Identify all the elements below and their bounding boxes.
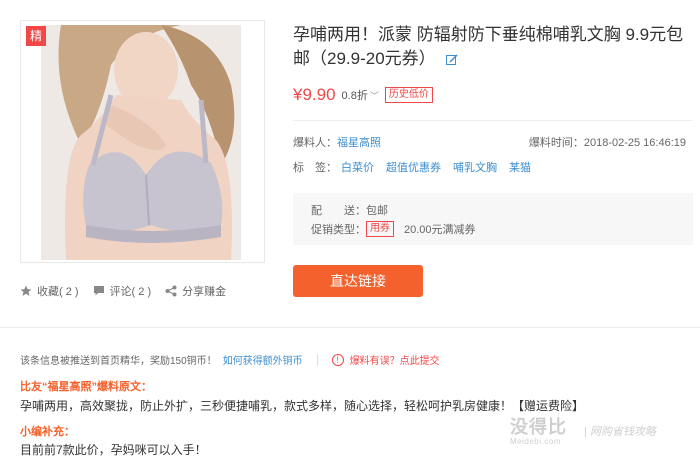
favorite-button[interactable]: 收藏( 2 ) xyxy=(20,283,79,299)
tags-row: 标 签： 白菜价 超值优惠券 哺乳文胸 某猫 xyxy=(293,159,543,175)
tag-link[interactable]: 某猫 xyxy=(509,159,531,175)
editor-heading: 小编补充： xyxy=(20,426,75,438)
promo-label: 促销类型： xyxy=(311,224,366,236)
editor-body: 目前前7款此价，孕妈咪可以入手！ xyxy=(20,443,207,457)
share-button[interactable]: 分享赚金 xyxy=(165,283,226,299)
shipping-value: 包邮 xyxy=(366,205,388,217)
copper-help-link[interactable]: 如何获得额外铜币 xyxy=(223,352,303,367)
go-link-button[interactable]: 直达链接 xyxy=(293,265,423,297)
watermark-sub: Meidebi.com xyxy=(510,437,561,446)
chevron-down-icon[interactable]: ﹀ xyxy=(370,89,379,102)
tag-link[interactable]: 哺乳文胸 xyxy=(453,159,497,175)
tag-link[interactable]: 超值优惠券 xyxy=(386,159,441,175)
price: ¥9.90 xyxy=(293,85,336,104)
original-body: 孕哺两用，高效聚拢，防止外扩，三秒便捷哺乳，款式多样，随心选择，轻松呵护乳房健康… xyxy=(20,399,585,413)
original-heading: 比友“福星高照”爆料原文： xyxy=(20,381,152,393)
warning-icon: ! xyxy=(331,353,344,366)
action-bar: 收藏( 2 ) 评论( 2 ) 分享赚金 xyxy=(20,283,240,299)
bra-product-photo xyxy=(41,25,241,260)
comment-icon xyxy=(93,286,104,296)
reporter-name[interactable]: 福星高照 xyxy=(337,137,381,149)
section-divider xyxy=(0,327,700,328)
report-error-link[interactable]: 爆料有误？点此提交 xyxy=(350,352,440,367)
watermark-main: 没得比 xyxy=(510,417,567,437)
star-icon xyxy=(20,285,32,296)
promo-value: 20.00元满减券 xyxy=(404,224,476,236)
coupon-badge: 用券 xyxy=(366,221,394,237)
shipping-line: 配 送： 包邮 xyxy=(311,202,388,218)
comment-button[interactable]: 评论( 2 ) xyxy=(93,283,152,299)
shipping-info: 配 送： 包邮 促销类型： 用券 20.00元满减券 xyxy=(293,193,693,245)
watermark-slogan: | 网购省钱攻略 xyxy=(584,426,656,438)
product-image[interactable]: 精 xyxy=(20,20,265,263)
report-time: 爆料时间：2018-02-25 16:46:19 xyxy=(528,137,686,149)
reporter-row: 爆料人：福星高照 爆料时间：2018-02-25 16:46:19 xyxy=(293,134,693,149)
share-label: 分享赚金 xyxy=(182,286,227,298)
divider xyxy=(293,120,693,121)
share-icon xyxy=(165,285,177,297)
reporter-label: 爆料人： xyxy=(293,137,337,149)
tags-label: 标 签： xyxy=(293,162,337,174)
separator xyxy=(316,353,318,366)
promo-line: 促销类型： 用券 20.00元满减券 xyxy=(311,221,476,237)
favorite-count: 收藏( 2 ) xyxy=(37,286,79,298)
product-title-text: 孕哺两用！派蒙 防辐射防下垂纯棉哺乳文胸 9.9元包邮（29.9-20元券） xyxy=(293,25,684,68)
notice-row: 该条信息被推送到首页精华，奖励150铜币！ 如何获得额外铜币 ! 爆料有误？点此… xyxy=(20,352,440,367)
discount: 0.8折 xyxy=(341,90,368,102)
comment-count: 评论( 2 ) xyxy=(109,286,152,298)
shipping-label: 配 送： xyxy=(311,205,366,217)
tag-link[interactable]: 白菜价 xyxy=(341,159,374,175)
watermark-logo: 没得比 Meidebi.com xyxy=(510,413,567,446)
low-price-badge: 历史低价 xyxy=(384,87,433,103)
product-title: 孕哺两用！派蒙 防辐射防下垂纯棉哺乳文胸 9.9元包邮（29.9-20元券） xyxy=(293,23,693,71)
notice-text: 该条信息被推送到首页精华，奖励150铜币！ xyxy=(20,356,217,367)
price-row: ¥9.90 0.8折 ﹀ 历史低价 xyxy=(293,84,433,106)
featured-badge: 精 xyxy=(26,26,46,46)
edit-icon[interactable] xyxy=(446,54,458,66)
